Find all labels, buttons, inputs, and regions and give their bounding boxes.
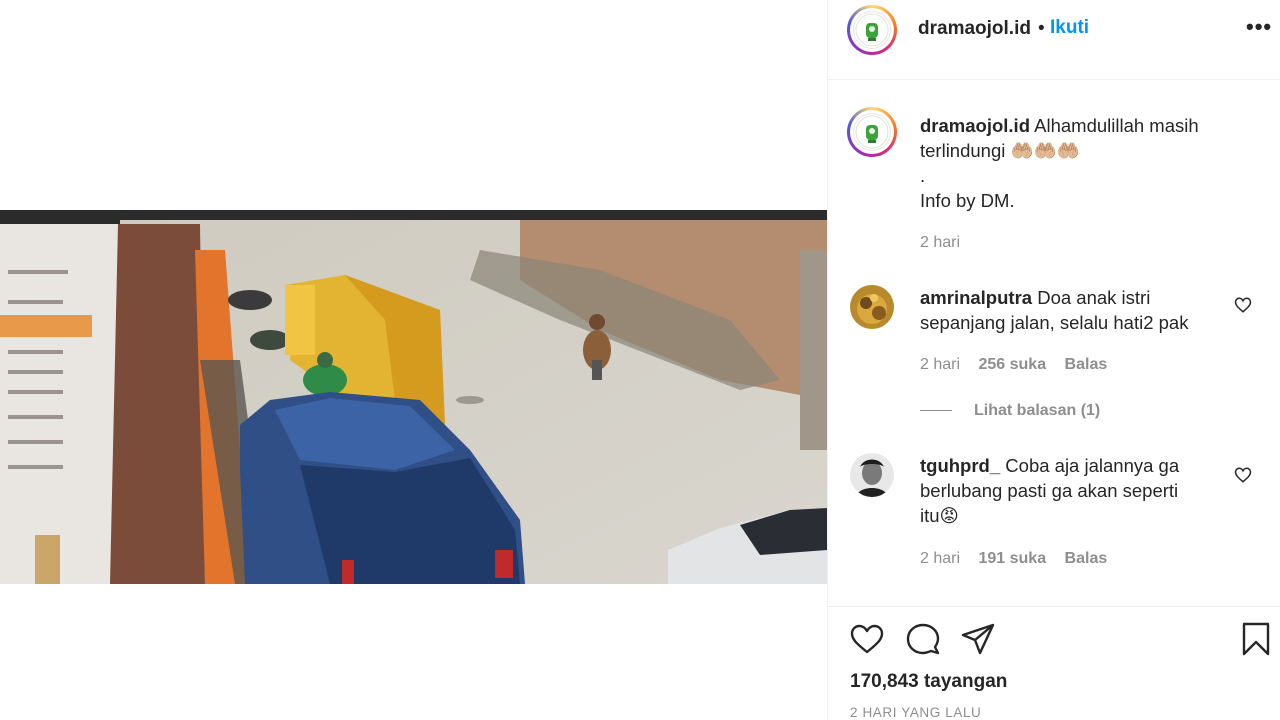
caption-line-4: Info by DM. bbox=[920, 190, 1015, 211]
author-username[interactable]: dramaojol.id bbox=[918, 18, 1031, 40]
caption-time: 2 hari bbox=[920, 234, 961, 251]
view-replies-label: Lihat balasan (1) bbox=[974, 402, 1101, 419]
comment-text: amrinalputra Doa anak istri sepanjang ja… bbox=[920, 285, 1240, 335]
comment-likes[interactable]: 256 suka bbox=[978, 356, 1046, 373]
view-count[interactable]: 170,843 tayangan bbox=[850, 671, 1007, 693]
comments-section: dramaojol.id Alhamdulillah masih terlind… bbox=[828, 80, 1280, 606]
caption-line-1: Alhamdulillah masih bbox=[1034, 115, 1199, 136]
reply-button[interactable]: Balas bbox=[1065, 356, 1108, 373]
caption-author-avatar[interactable] bbox=[847, 107, 897, 157]
comment-line-1: Coba aja jalannya ga bbox=[1005, 455, 1180, 476]
media-area bbox=[0, 0, 827, 720]
follow-button[interactable]: Ikuti bbox=[1050, 17, 1089, 39]
like-comment-heart-icon[interactable] bbox=[1234, 466, 1252, 484]
like-comment-heart-icon[interactable] bbox=[1234, 296, 1252, 314]
caption-username[interactable]: dramaojol.id bbox=[920, 115, 1030, 136]
comment-item: amrinalputra Doa anak istri sepanjang ja… bbox=[828, 280, 1280, 430]
dramaojol-logo-icon bbox=[853, 11, 891, 49]
separator-dot: • bbox=[1038, 18, 1045, 39]
post-timestamp: 2 HARI YANG LALU bbox=[850, 705, 982, 720]
post-video[interactable] bbox=[0, 210, 827, 584]
comment-time: 2 hari bbox=[920, 550, 961, 567]
share-icon[interactable] bbox=[960, 621, 996, 657]
comment-line-2: berlubang pasti ga akan seperti bbox=[920, 480, 1179, 501]
comment-text: tguhprd_ Coba aja jalannya ga berlubang … bbox=[920, 453, 1240, 528]
cctv-video-frame bbox=[0, 210, 827, 584]
comment-icon[interactable] bbox=[905, 621, 941, 657]
dramaojol-logo-icon bbox=[853, 113, 891, 151]
comment-meta: 2 hari 256 suka Balas bbox=[920, 356, 1107, 374]
comment-line-3: itu😡 bbox=[920, 505, 959, 526]
author-avatar[interactable] bbox=[847, 5, 897, 55]
more-options-icon[interactable]: ••• bbox=[1246, 14, 1272, 40]
commenter-username[interactable]: tguhprd_ bbox=[920, 455, 1000, 476]
caption-text: dramaojol.id Alhamdulillah masih terlind… bbox=[920, 113, 1260, 213]
comment-time: 2 hari bbox=[920, 356, 961, 373]
commenter-avatar[interactable] bbox=[850, 285, 894, 329]
post-side-panel: dramaojol.id • Ikuti ••• dramaojol.id Al… bbox=[827, 0, 1280, 720]
comment-line-1: Doa anak istri bbox=[1037, 287, 1151, 308]
comment-meta: 2 hari 191 suka Balas bbox=[920, 550, 1107, 568]
reply-button[interactable]: Balas bbox=[1065, 550, 1108, 567]
replies-divider bbox=[920, 410, 952, 412]
comment-item: tguhprd_ Coba aja jalannya ga berlubang … bbox=[828, 450, 1280, 606]
heart-icon[interactable] bbox=[849, 621, 885, 657]
bookmark-icon[interactable] bbox=[1238, 621, 1274, 657]
view-replies-button[interactable]: Lihat balasan (1) bbox=[920, 402, 1100, 420]
commenter-avatar[interactable] bbox=[850, 453, 894, 497]
caption-line-2: terlindungi 🤲🏼🤲🏼🤲🏼 bbox=[920, 140, 1080, 161]
commenter-username[interactable]: amrinalputra bbox=[920, 287, 1032, 308]
post-actions: 170,843 tayangan 2 HARI YANG LALU bbox=[828, 606, 1280, 720]
comment-likes[interactable]: 191 suka bbox=[978, 550, 1046, 567]
caption-line-3: . bbox=[920, 165, 926, 186]
comment-line-2: sepanjang jalan, selalu hati2 pak bbox=[920, 312, 1189, 333]
post-header: dramaojol.id • Ikuti ••• bbox=[828, 0, 1280, 80]
